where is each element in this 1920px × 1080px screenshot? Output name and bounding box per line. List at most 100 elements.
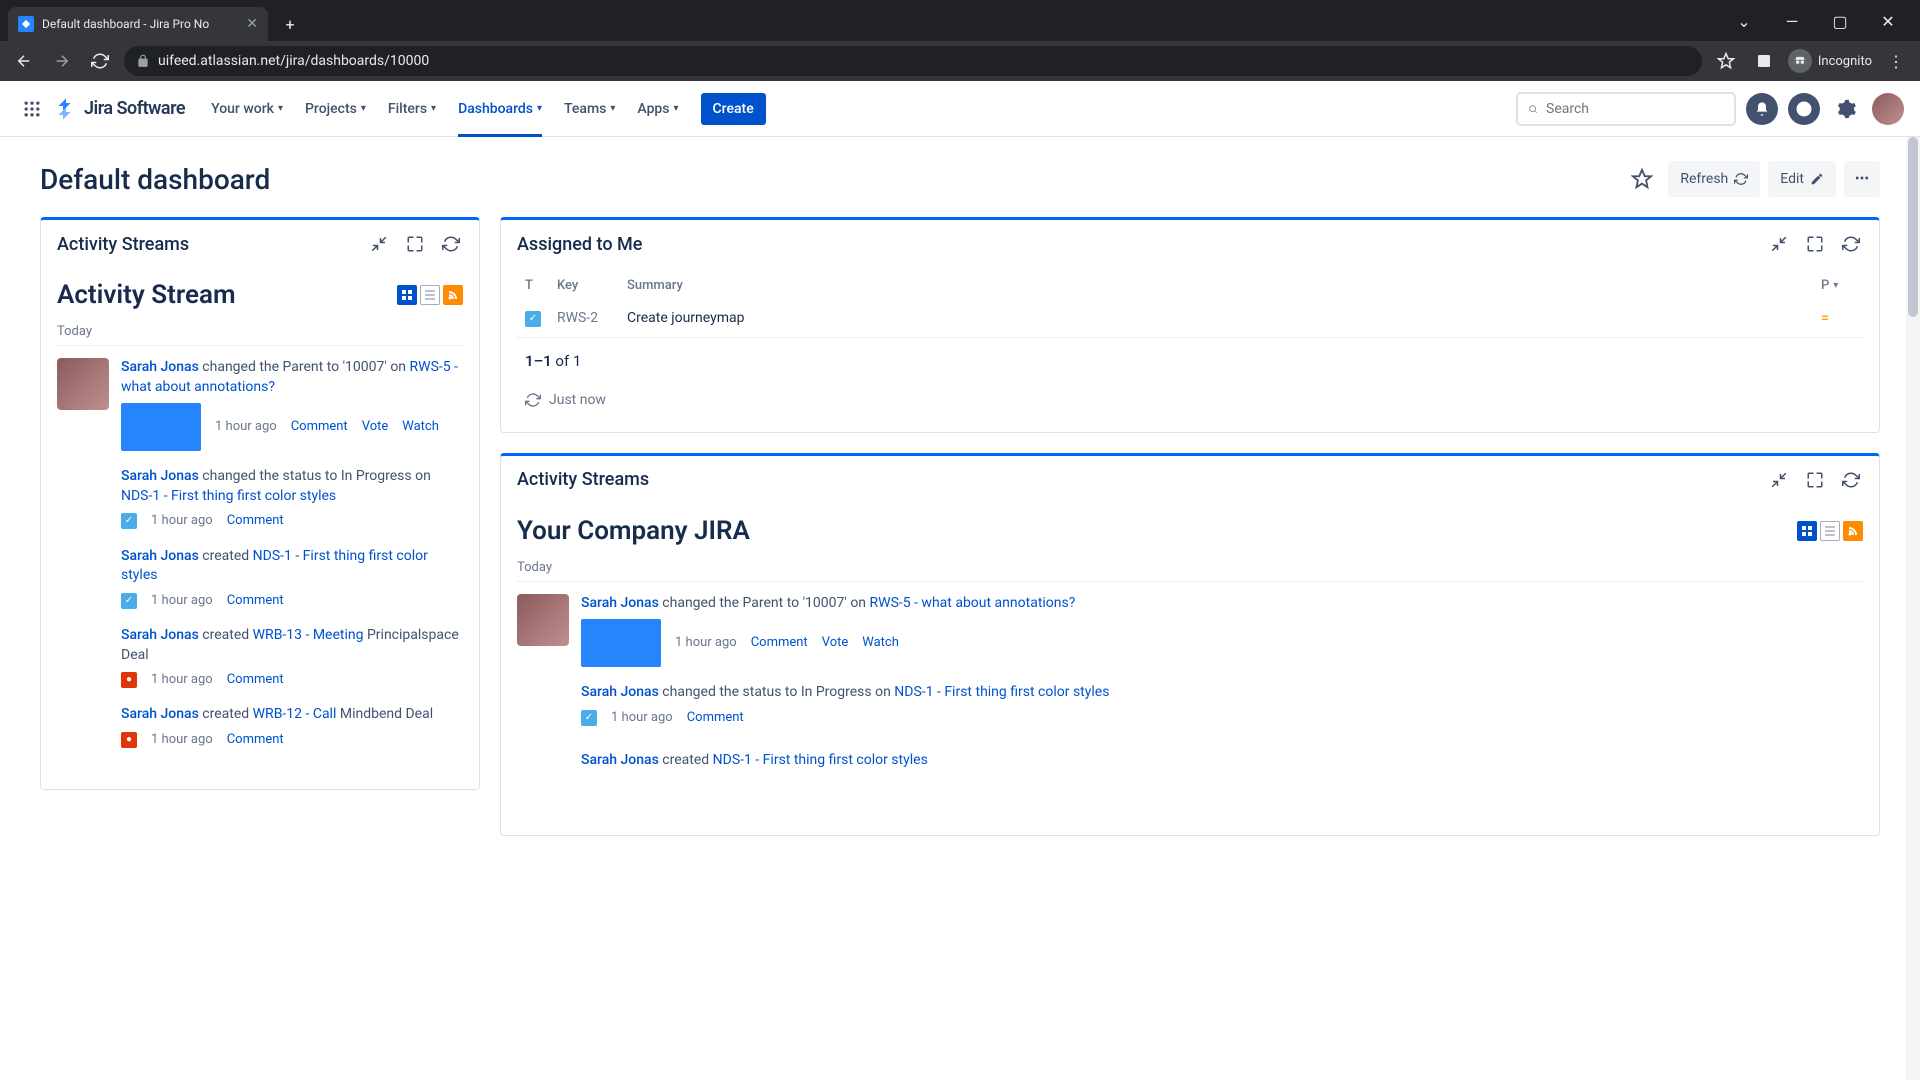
forward-icon[interactable]	[48, 47, 76, 75]
settings-icon[interactable]	[1830, 93, 1862, 125]
activity-user[interactable]: Sarah Jonas	[121, 548, 199, 564]
bug-icon: ●	[121, 732, 137, 748]
minimize-icon[interactable]	[1767, 468, 1791, 492]
notifications-icon[interactable]	[1746, 93, 1778, 125]
col-priority[interactable]: P▾	[1813, 272, 1863, 299]
star-button[interactable]	[1624, 161, 1660, 197]
maximize-icon[interactable]	[403, 232, 427, 256]
more-button[interactable]: •••	[1844, 161, 1880, 197]
nav-teams[interactable]: Teams▾	[556, 81, 623, 137]
activity-action[interactable]: Watch	[402, 418, 439, 436]
activity-action[interactable]: Comment	[227, 671, 284, 689]
incognito-badge[interactable]: Incognito	[1788, 49, 1872, 73]
search-input[interactable]	[1546, 101, 1724, 117]
refresh-icon[interactable]	[439, 232, 463, 256]
view-list-icon[interactable]	[1820, 521, 1840, 541]
activity-time: 1 hour ago	[151, 512, 213, 530]
incognito-label: Incognito	[1818, 54, 1872, 69]
activity-user[interactable]: Sarah Jonas	[581, 684, 659, 700]
incognito-icon	[1788, 49, 1812, 73]
activity-user[interactable]: Sarah Jonas	[121, 359, 199, 375]
activity-link[interactable]: NDS-1 - First thing first color styles	[713, 752, 928, 768]
refresh-button[interactable]: Refresh	[1668, 161, 1760, 197]
activity-avatar[interactable]	[57, 358, 109, 410]
activity-user[interactable]: Sarah Jonas	[121, 706, 199, 722]
new-tab-button[interactable]: +	[276, 10, 304, 38]
browser-tab[interactable]: Default dashboard - Jira Pro No ✕	[8, 7, 268, 41]
chevron-down-icon: ▾	[361, 103, 366, 114]
extensions-icon[interactable]	[1750, 47, 1778, 75]
help-icon[interactable]: ?	[1788, 93, 1820, 125]
priority-medium-icon: =	[1821, 310, 1829, 326]
view-full-icon[interactable]	[397, 285, 417, 305]
activity-action[interactable]: Vote	[362, 418, 389, 436]
activity-avatar[interactable]	[517, 594, 569, 646]
jira-logo[interactable]: Jira Software	[54, 97, 185, 121]
activity-link[interactable]: WRB-13 - Meeting	[253, 627, 364, 643]
tabs-dropdown-icon[interactable]: ⌄	[1724, 7, 1764, 35]
activity-action[interactable]: Comment	[227, 731, 284, 749]
activity-user[interactable]: Sarah Jonas	[581, 752, 659, 768]
issue-key[interactable]: RWS-2	[549, 299, 619, 337]
close-icon[interactable]: ✕	[246, 16, 258, 32]
nav-projects[interactable]: Projects▾	[297, 81, 374, 137]
nav-dashboards[interactable]: Dashboards▾	[450, 81, 550, 137]
activity-item: Sarah Jonas changed the Parent to '10007…	[517, 594, 1863, 668]
search-box[interactable]	[1516, 92, 1736, 126]
view-full-icon[interactable]	[1797, 521, 1817, 541]
refresh-icon[interactable]	[1839, 232, 1863, 256]
rss-icon[interactable]	[1843, 521, 1863, 541]
chevron-down-icon: ▾	[610, 103, 615, 114]
issue-summary[interactable]: Create journeymap	[619, 299, 1813, 337]
nav-filters[interactable]: Filters▾	[380, 81, 444, 137]
table-row[interactable]: ✓ RWS-2 Create journeymap =	[517, 299, 1863, 337]
back-icon[interactable]	[10, 47, 38, 75]
view-list-icon[interactable]	[420, 285, 440, 305]
close-window-icon[interactable]: ✕	[1868, 7, 1908, 35]
create-button[interactable]: Create	[701, 93, 766, 125]
scrollbar[interactable]	[1906, 137, 1920, 1080]
activity-action[interactable]: Vote	[822, 634, 849, 652]
maximize-icon[interactable]	[1803, 232, 1827, 256]
minimize-icon[interactable]	[1767, 232, 1791, 256]
minimize-icon[interactable]	[367, 232, 391, 256]
minimize-icon[interactable]: —	[1772, 7, 1812, 35]
nav-apps[interactable]: Apps▾	[629, 81, 686, 137]
maximize-icon[interactable]	[1803, 468, 1827, 492]
activity-action[interactable]: Watch	[862, 634, 899, 652]
activity-action[interactable]: Comment	[291, 418, 348, 436]
edit-button[interactable]: Edit	[1768, 161, 1836, 197]
activity-time: 1 hour ago	[151, 671, 213, 689]
browser-menu-icon[interactable]: ⋮	[1882, 47, 1910, 75]
scrollbar-thumb[interactable]	[1908, 137, 1918, 317]
activity-action[interactable]: Comment	[687, 709, 744, 727]
reload-icon[interactable]	[86, 47, 114, 75]
maximize-icon[interactable]: ▢	[1820, 7, 1860, 35]
col-key[interactable]: Key	[549, 272, 619, 299]
activity-user[interactable]: Sarah Jonas	[121, 627, 199, 643]
activity-link[interactable]: WRB-12 - Call	[253, 706, 337, 722]
user-avatar[interactable]	[1872, 93, 1904, 125]
col-type[interactable]: T	[517, 272, 549, 299]
rss-icon[interactable]	[443, 285, 463, 305]
nav-your-work[interactable]: Your work▾	[203, 81, 291, 137]
activity-action[interactable]: Comment	[227, 592, 284, 610]
refresh-icon[interactable]	[1839, 468, 1863, 492]
app-switcher-icon[interactable]	[16, 93, 48, 125]
bookmark-star-icon[interactable]	[1712, 47, 1740, 75]
activity-user[interactable]: Sarah Jonas	[121, 468, 199, 484]
activity-avatar	[57, 705, 109, 757]
pencil-icon	[1810, 172, 1824, 186]
activity-action[interactable]: Comment	[227, 512, 284, 530]
activity-link[interactable]: RWS-5 - what about annotations?	[870, 595, 1076, 611]
activity-user[interactable]: Sarah Jonas	[581, 595, 659, 611]
refresh-timestamp[interactable]: Just now	[517, 384, 1863, 416]
address-bar[interactable]: uifeed.atlassian.net/jira/dashboards/100…	[124, 46, 1702, 76]
activity-link[interactable]: NDS-1 - First thing first color styles	[894, 684, 1109, 700]
refresh-icon	[1734, 172, 1748, 186]
page-header: Default dashboard Refresh Edit •••	[40, 161, 1880, 197]
activity-action[interactable]: Comment	[751, 634, 808, 652]
col-summary[interactable]: Summary	[619, 272, 1813, 299]
chevron-down-icon: ▾	[431, 103, 436, 114]
activity-link[interactable]: NDS-1 - First thing first color styles	[121, 488, 336, 504]
